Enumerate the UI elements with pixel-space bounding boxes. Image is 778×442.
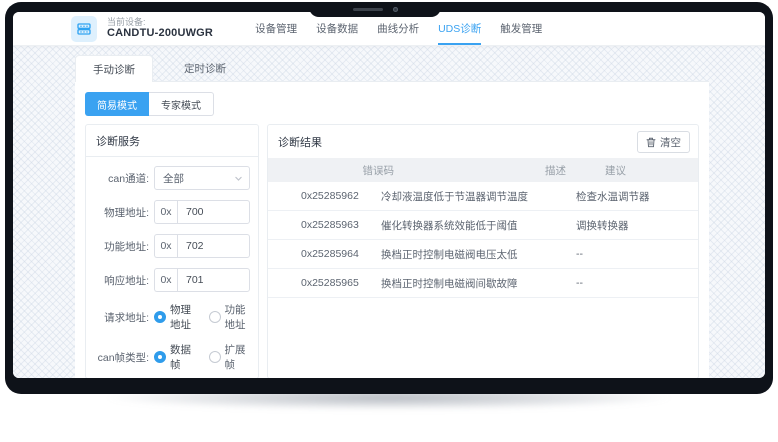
request-address-label: 请求地址: xyxy=(91,310,149,325)
radio-selected-icon xyxy=(154,311,166,323)
tab-scheduled-diagnosis[interactable]: 定时诊断 xyxy=(167,55,243,81)
tab-manual-diagnosis[interactable]: 手动诊断 xyxy=(75,55,153,82)
error-code-cell: 0x25285965 xyxy=(268,277,381,289)
description-cell: 换档正时控制电磁阀间歇故障 xyxy=(381,276,576,291)
table-row: 0x25285964 换档正时控制电磁阀电压太低 -- xyxy=(268,240,698,269)
nav-item-trigger-manage[interactable]: 触发管理 xyxy=(500,12,542,45)
service-form: can通道: 全部 物理地址: xyxy=(86,157,258,378)
request-address-row: 请求地址: 物理地址 功能地址 xyxy=(91,302,250,332)
frame-type-radio-group: 数据帧 扩展帧 xyxy=(154,342,250,372)
can-channel-select[interactable]: 全部 xyxy=(154,166,250,190)
functional-address-row: 功能地址: 0x xyxy=(91,234,250,258)
device-name: CANDTU-200UWGR xyxy=(107,27,213,40)
table-row: 0x25285962 冷却液温度低于节温器调节温度 检查水温调节器 xyxy=(268,182,698,211)
nav-item-uds-diagnosis[interactable]: UDS诊断 xyxy=(438,12,481,45)
clear-results-label: 清空 xyxy=(660,135,681,150)
description-cell: 冷却液温度低于节温器调节温度 xyxy=(381,189,576,204)
screen: 当前设备: CANDTU-200UWGR 设备管理 设备数据 曲线分析 UDS诊… xyxy=(13,12,765,378)
column-header-error-code: 错误码 xyxy=(268,163,394,178)
description-cell: 催化转换器系统效能低于阈值 xyxy=(381,218,576,233)
chevron-down-icon xyxy=(234,174,243,183)
camera-notch xyxy=(309,2,441,17)
suggestion-cell: 检查水温调节器 xyxy=(576,189,698,204)
radio-option-physical[interactable]: 物理地址 xyxy=(154,302,196,332)
physical-address-prefix: 0x xyxy=(154,200,177,224)
table-row: 0x25285965 换档正时控制电磁阀间歇故障 -- xyxy=(268,269,698,298)
physical-address-label: 物理地址: xyxy=(91,205,149,220)
service-panel: 诊断服务 can通道: 全部 xyxy=(85,124,259,378)
result-panel-title: 诊断结果 xyxy=(278,134,322,150)
radio-option-functional[interactable]: 功能地址 xyxy=(209,302,251,332)
suggestion-cell: -- xyxy=(576,248,698,260)
can-channel-label: can通道: xyxy=(91,171,149,186)
panels: 诊断服务 can通道: 全部 xyxy=(85,124,699,378)
radio-option-label: 数据帧 xyxy=(170,342,196,372)
radio-option-data-frame[interactable]: 数据帧 xyxy=(154,342,196,372)
description-cell: 换档正时控制电磁阀电压太低 xyxy=(381,247,576,262)
diagnosis-tabs: 手动诊断 定时诊断 xyxy=(75,55,709,81)
response-address-prefix: 0x xyxy=(154,268,177,292)
radio-unselected-icon xyxy=(209,351,221,363)
clear-results-button[interactable]: 清空 xyxy=(637,131,690,153)
column-header-description: 描述 xyxy=(394,163,566,178)
radio-option-label: 扩展帧 xyxy=(225,342,251,372)
page-body: 手动诊断 定时诊断 简易模式 专家模式 诊断服务 xyxy=(13,46,765,378)
app-logo xyxy=(71,16,97,42)
response-address-label: 响应地址: xyxy=(91,273,149,288)
functional-address-label: 功能地址: xyxy=(91,239,149,254)
column-header-suggestion: 建议 xyxy=(566,163,626,178)
result-table-header: 错误码 描述 建议 xyxy=(268,158,698,182)
can-channel-row: can通道: 全部 xyxy=(91,166,250,190)
radio-option-label: 物理地址 xyxy=(170,302,196,332)
frame-type-label: can帧类型: xyxy=(91,350,149,365)
service-panel-header: 诊断服务 xyxy=(86,125,258,157)
error-code-cell: 0x25285962 xyxy=(268,190,381,202)
speaker-slot xyxy=(353,8,383,11)
suggestion-cell: -- xyxy=(576,277,698,289)
can-channel-value: 全部 xyxy=(163,171,184,186)
radio-option-extended-frame[interactable]: 扩展帧 xyxy=(209,342,251,372)
mode-expert-button[interactable]: 专家模式 xyxy=(149,92,214,116)
trash-icon xyxy=(646,137,656,148)
physical-address-input[interactable] xyxy=(177,200,250,224)
radio-unselected-icon xyxy=(209,311,221,323)
response-address-input[interactable] xyxy=(177,268,250,292)
functional-address-input[interactable] xyxy=(177,234,250,258)
frame-type-row: can帧类型: 数据帧 扩展帧 xyxy=(91,342,250,372)
app-header: 当前设备: CANDTU-200UWGR 设备管理 设备数据 曲线分析 UDS诊… xyxy=(13,12,765,46)
device-label: 当前设备: xyxy=(107,17,213,28)
diagnosis-card: 简易模式 专家模式 诊断服务 can通道: xyxy=(75,81,709,378)
mode-switch: 简易模式 专家模式 xyxy=(85,92,699,116)
request-address-radio-group: 物理地址 功能地址 xyxy=(154,302,250,332)
radio-option-label: 功能地址 xyxy=(225,302,251,332)
table-row: 0x25285963 催化转换器系统效能低于阈值 调换转换器 xyxy=(268,211,698,240)
current-device: 当前设备: CANDTU-200UWGR xyxy=(107,17,213,41)
camera-dot-icon xyxy=(393,7,398,12)
result-panel: 诊断结果 清空 错误码 描述 xyxy=(267,124,699,378)
mode-simple-button[interactable]: 简易模式 xyxy=(85,92,149,116)
suggestion-cell: 调换转换器 xyxy=(576,218,698,233)
error-code-cell: 0x25285964 xyxy=(268,248,381,260)
response-address-row: 响应地址: 0x xyxy=(91,268,250,292)
content-container: 手动诊断 定时诊断 简易模式 专家模式 诊断服务 xyxy=(75,55,709,378)
radio-selected-icon xyxy=(154,351,166,363)
service-panel-title: 诊断服务 xyxy=(96,136,140,148)
device-stack-icon xyxy=(76,21,92,37)
functional-address-prefix: 0x xyxy=(154,234,177,258)
monitor-bezel: 当前设备: CANDTU-200UWGR 设备管理 设备数据 曲线分析 UDS诊… xyxy=(5,2,773,394)
error-code-cell: 0x25285963 xyxy=(268,219,381,231)
result-panel-header: 诊断结果 清空 xyxy=(268,125,698,158)
nav-item-device-manage[interactable]: 设备管理 xyxy=(255,12,297,45)
physical-address-row: 物理地址: 0x xyxy=(91,200,250,224)
